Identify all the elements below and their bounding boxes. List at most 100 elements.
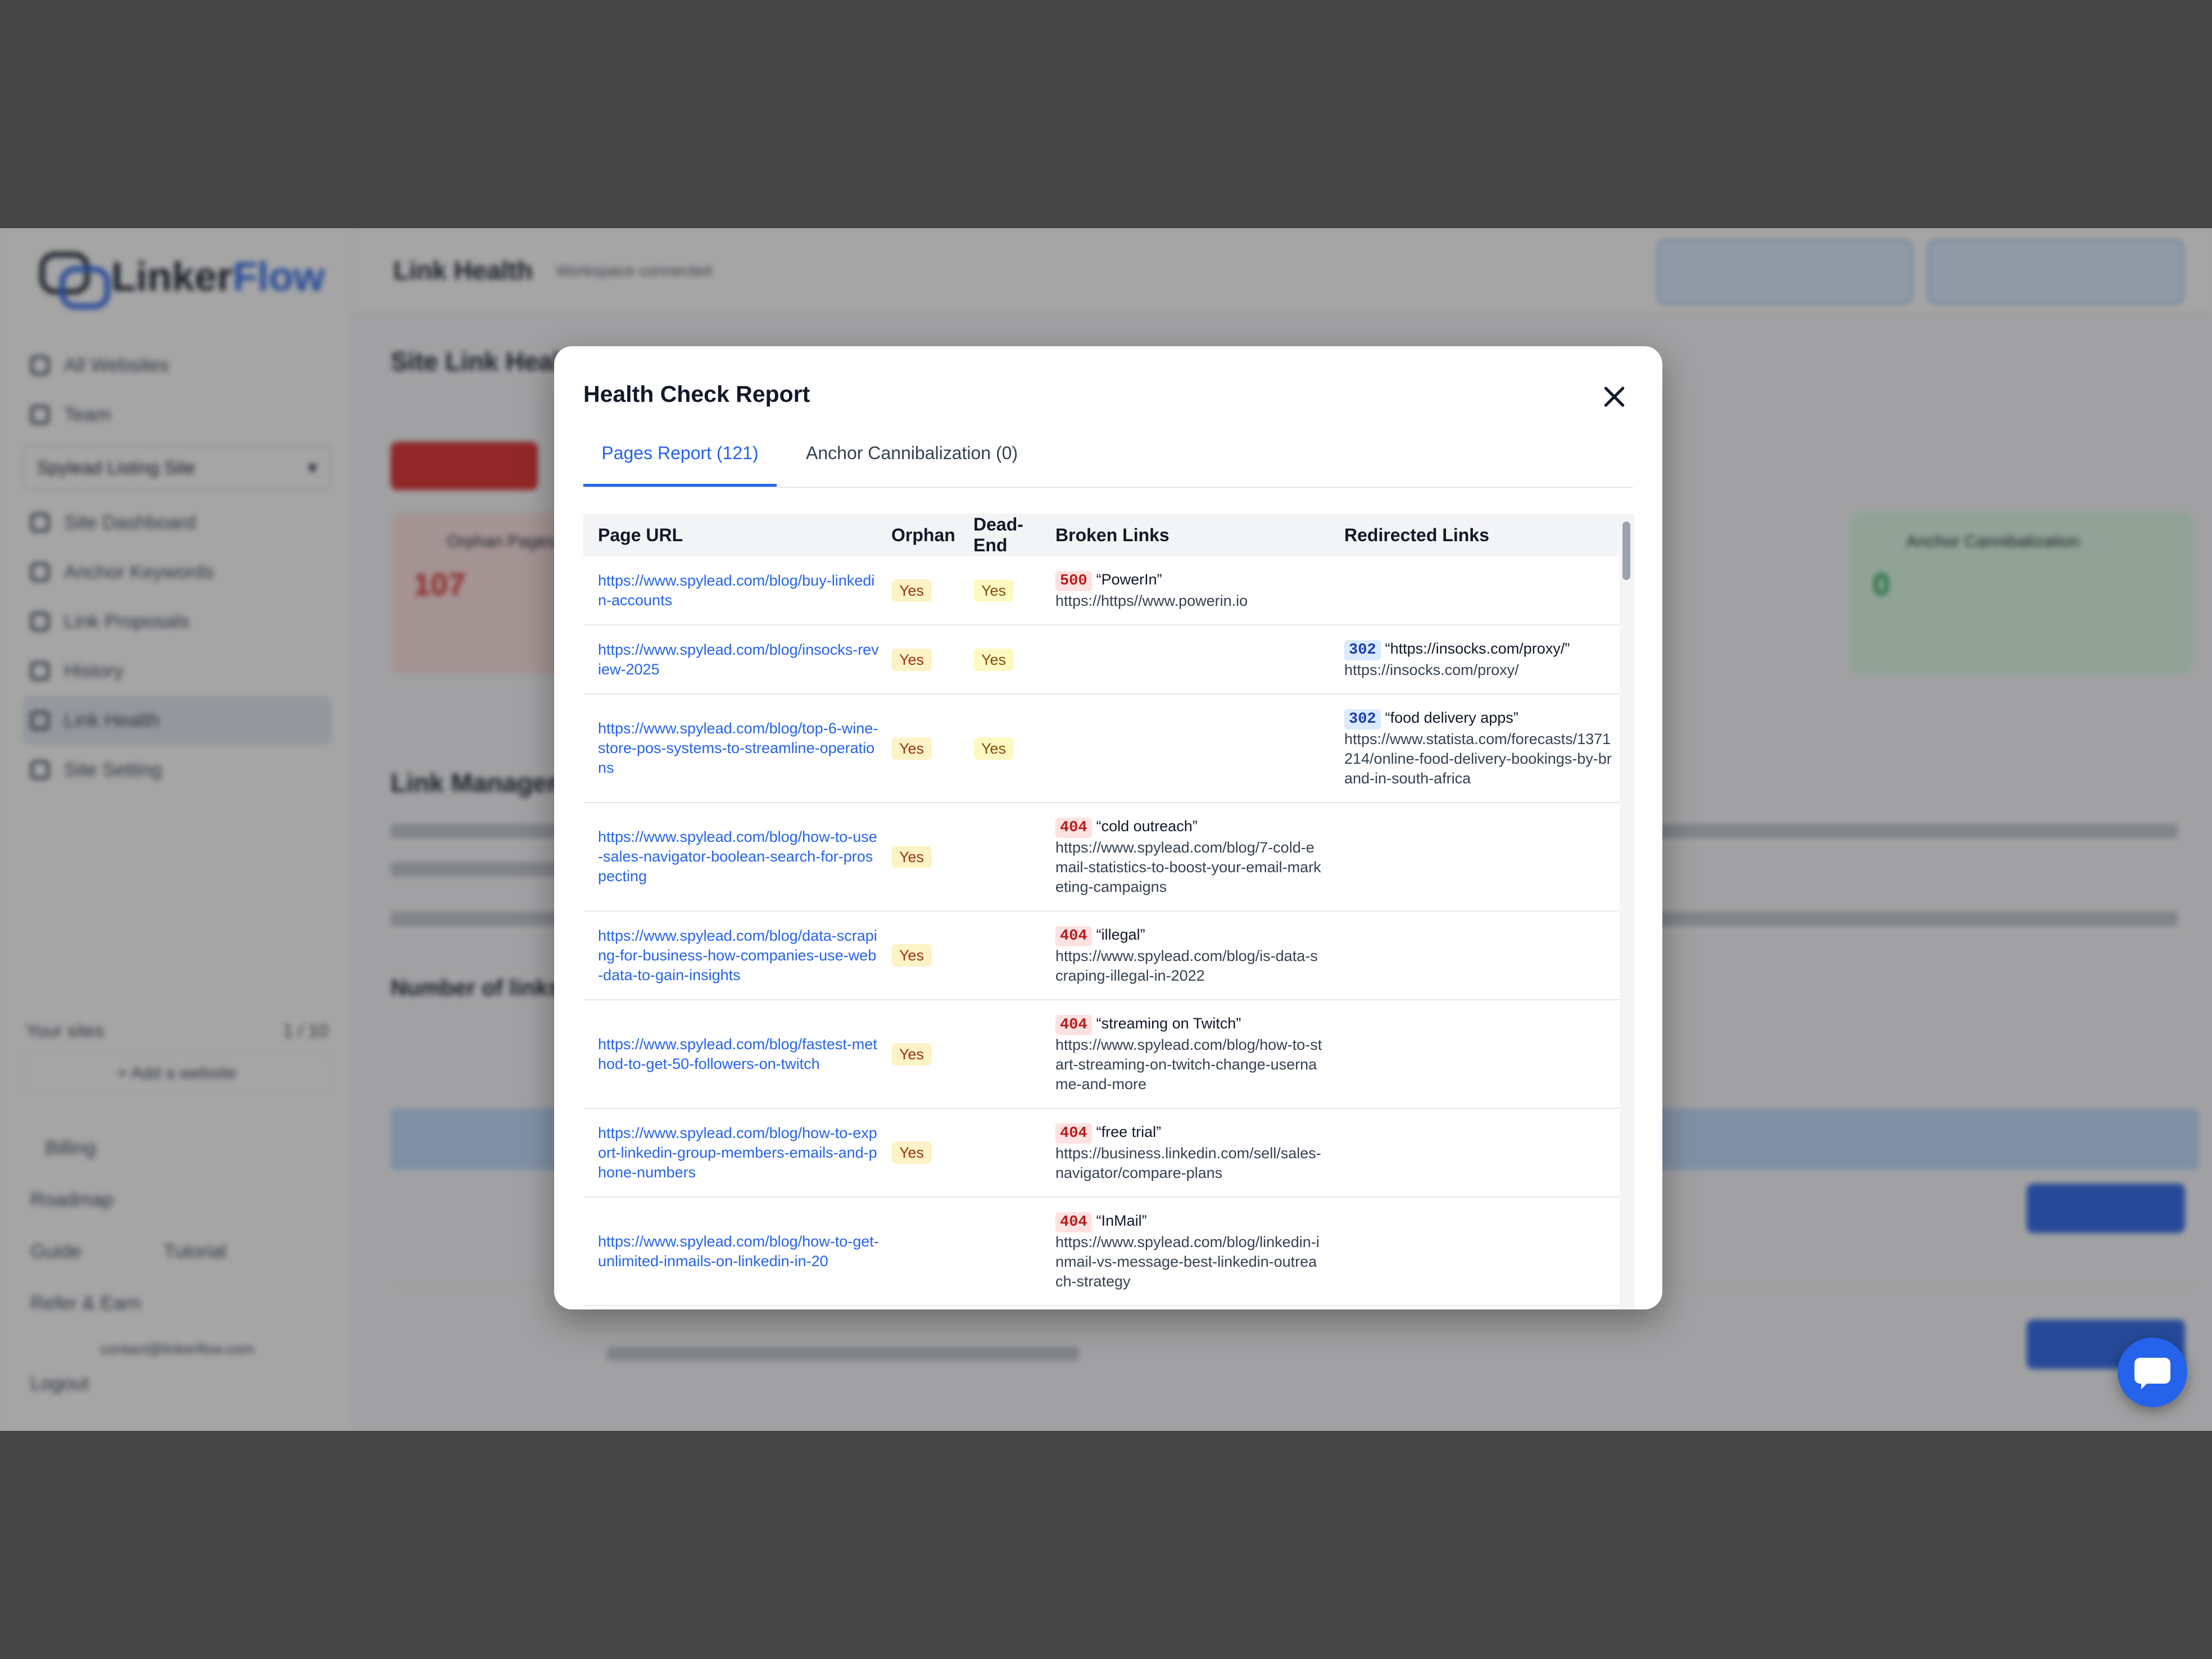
orphan-cell: Yes [887,556,969,625]
anchor-text: “free trial” [1096,1123,1162,1140]
page-url-link[interactable]: https://www.spylead.com/blog/top-6-wine-… [598,720,878,776]
anchor-text: “illegal” [1096,926,1145,943]
redirected-links-cell: 302 “food delivery apps” https://www.stati… [1330,694,1620,803]
column-header-dead-end: Dead-End [969,514,1051,556]
redirected-links-cell [1330,1000,1620,1109]
table-row: https://www.spylead.com/blog/how-to-get-… [583,1197,1620,1306]
status-code-badge: 404 [1055,926,1092,946]
broken-links-cell: 404 “cold outreach” https://www.spylead.co… [1051,803,1330,912]
dead-end-cell [969,803,1051,912]
modal-title: Health Check Report [583,381,810,407]
tab-anchor-cannibalization[interactable]: Anchor Cannibalization (0) [806,442,1018,487]
anchor-text: “https://insocks.com/proxy/” [1385,640,1570,657]
redirected-links-cell: 302 “https://insocks.com/proxy/” https://i… [1330,625,1620,695]
orphan-badge: Yes [891,737,932,760]
broken-links-cell: 404 “free trial” https://business.linkedin… [1051,1108,1330,1198]
dead-end-cell [969,1108,1051,1198]
close-icon[interactable] [1599,382,1629,411]
redirected-links-cell [1330,1108,1620,1198]
page-url-link[interactable]: https://www.spylead.com/blog/how-to-use-… [598,828,877,885]
chat-button[interactable] [2118,1338,2187,1407]
orphan-badge: Yes [891,845,932,868]
table-scrollbar[interactable] [1620,514,1634,1309]
table-row: https://www.spylead.com/blog/buy-linkedi… [583,556,1620,625]
table-row: https://www.spylead.com/blog/how-to-expo… [583,1108,1620,1198]
health-check-modal: Health Check Report Pages Report (121) A… [554,346,1662,1309]
scrollbar-thumb[interactable] [1622,522,1630,580]
page-url-link[interactable]: https://www.spylead.com/blog/how-to-expo… [598,1125,877,1181]
redirected-links-cell [1330,1197,1620,1306]
orphan-cell: Yes [887,1108,969,1198]
dead-end-cell [969,1000,1051,1109]
orphan-cell: Yes [887,694,969,803]
orphan-cell: Yes [887,1000,969,1109]
page-url-link[interactable]: https://www.spylead.com/blog/how-to-get-… [598,1233,879,1270]
anchor-text: “food delivery apps” [1385,709,1519,726]
dead-end-cell: Yes [969,556,1051,625]
target-url: https://https//www.powerin.io [1055,592,1248,609]
table-row: https://www.spylead.com/blog/insocks-rev… [583,625,1620,695]
target-url: https://www.spylead.com/blog/how-to-star… [1055,1036,1322,1093]
chat-bubble-icon [2134,1358,2170,1389]
report-tabs: Pages Report (121) Anchor Cannibalizatio… [583,442,1633,488]
status-code-badge: 404 [1055,1212,1092,1232]
orphan-badge: Yes [891,1042,932,1066]
target-url: https://www.spylead.com/blog/linkedin-in… [1055,1234,1320,1290]
table-row: https://www.spylead.com/blog/data-scrapi… [583,911,1620,1000]
target-url: https://www.spylead.com/blog/7-cold-emai… [1055,839,1321,895]
page-url-link[interactable]: https://www.spylead.com/blog/insocks-rev… [598,641,879,678]
broken-links-cell [1051,625,1330,695]
status-code-badge: 500 [1055,571,1092,591]
status-code-badge: 404 [1055,1015,1092,1035]
broken-links-cell: 500 “PowerIn” https://https//www.powerin.i… [1051,556,1330,625]
redirected-links-cell [1330,803,1620,912]
target-url: https://www.spylead.com/blog/is-data-scr… [1055,948,1318,984]
target-url: https://www.statista.com/forecasts/13712… [1344,731,1612,787]
orphan-cell: Yes [887,625,969,695]
page-url-cell: https://www.spylead.com/blog/how-to-use-… [583,803,887,912]
dead-end-badge: Yes [973,737,1014,760]
table-header-row: Page URL Orphan Dead-End Broken Links Re… [583,514,1620,556]
dead-end-badge: Yes [973,579,1014,602]
table-row: https://www.spylead.com/blog/how-to-use-… [583,803,1620,912]
page-url-cell: https://www.spylead.com/blog/buy-linkedi… [583,556,887,625]
dead-end-badge: Yes [973,648,1014,671]
column-header-redirected-links: Redirected Links [1330,514,1620,556]
target-url: https://insocks.com/proxy/ [1344,661,1519,678]
dead-end-cell [969,911,1051,1000]
status-code-badge: 302 [1344,640,1381,660]
broken-links-cell: 404 “streaming on Twitch” https://www.spyl… [1051,1000,1330,1109]
page-url-link[interactable]: https://www.spylead.com/blog/data-scrapi… [598,927,877,983]
page-url-link[interactable]: https://www.spylead.com/blog/fastest-met… [598,1036,877,1072]
status-code-badge: 404 [1055,1123,1092,1144]
page-url-cell: https://www.spylead.com/blog/data-scrapi… [583,911,887,1000]
page-url-link[interactable]: https://www.spylead.com/blog/buy-linkedi… [598,572,874,609]
broken-links-cell: 404 “illegal” https://www.spylead.com/blog… [1051,911,1330,1000]
anchor-text: “cold outreach” [1096,818,1198,835]
page-url-cell: https://www.spylead.com/blog/how-to-expo… [583,1108,887,1198]
orphan-badge: Yes [891,944,932,967]
broken-links-cell: 404 “InMail” https://www.spylead.com/blog/… [1051,1197,1330,1306]
redirected-links-cell [1330,911,1620,1000]
dead-end-cell: Yes [969,694,1051,803]
broken-links-cell [1051,694,1330,803]
page-url-cell: https://www.spylead.com/blog/fastest-met… [583,1000,887,1109]
anchor-text: “InMail” [1096,1212,1147,1229]
target-url: https://business.linkedin.com/sell/sales… [1055,1145,1321,1181]
dead-end-cell: Yes [969,625,1051,695]
orphan-cell: Yes [887,803,969,912]
column-header-broken-links: Broken Links [1051,514,1330,556]
dead-end-cell [969,1197,1051,1306]
status-code-badge: 302 [1344,709,1381,729]
orphan-badge: Yes [891,1141,932,1164]
orphan-badge: Yes [891,579,932,602]
anchor-text: “PowerIn” [1096,571,1162,588]
orphan-badge: Yes [891,648,932,671]
tab-pages-report[interactable]: Pages Report (121) [583,442,777,487]
status-code-badge: 404 [1055,818,1092,838]
page-url-cell: https://www.spylead.com/blog/top-6-wine-… [583,694,887,803]
page-url-cell: https://www.spylead.com/blog/how-to-get-… [583,1197,887,1306]
column-header-page-url: Page URL [583,514,887,556]
table-row: https://www.spylead.com/blog/fastest-met… [583,1000,1620,1109]
pages-report-table[interactable]: Page URL Orphan Dead-End Broken Links Re… [583,514,1620,1309]
